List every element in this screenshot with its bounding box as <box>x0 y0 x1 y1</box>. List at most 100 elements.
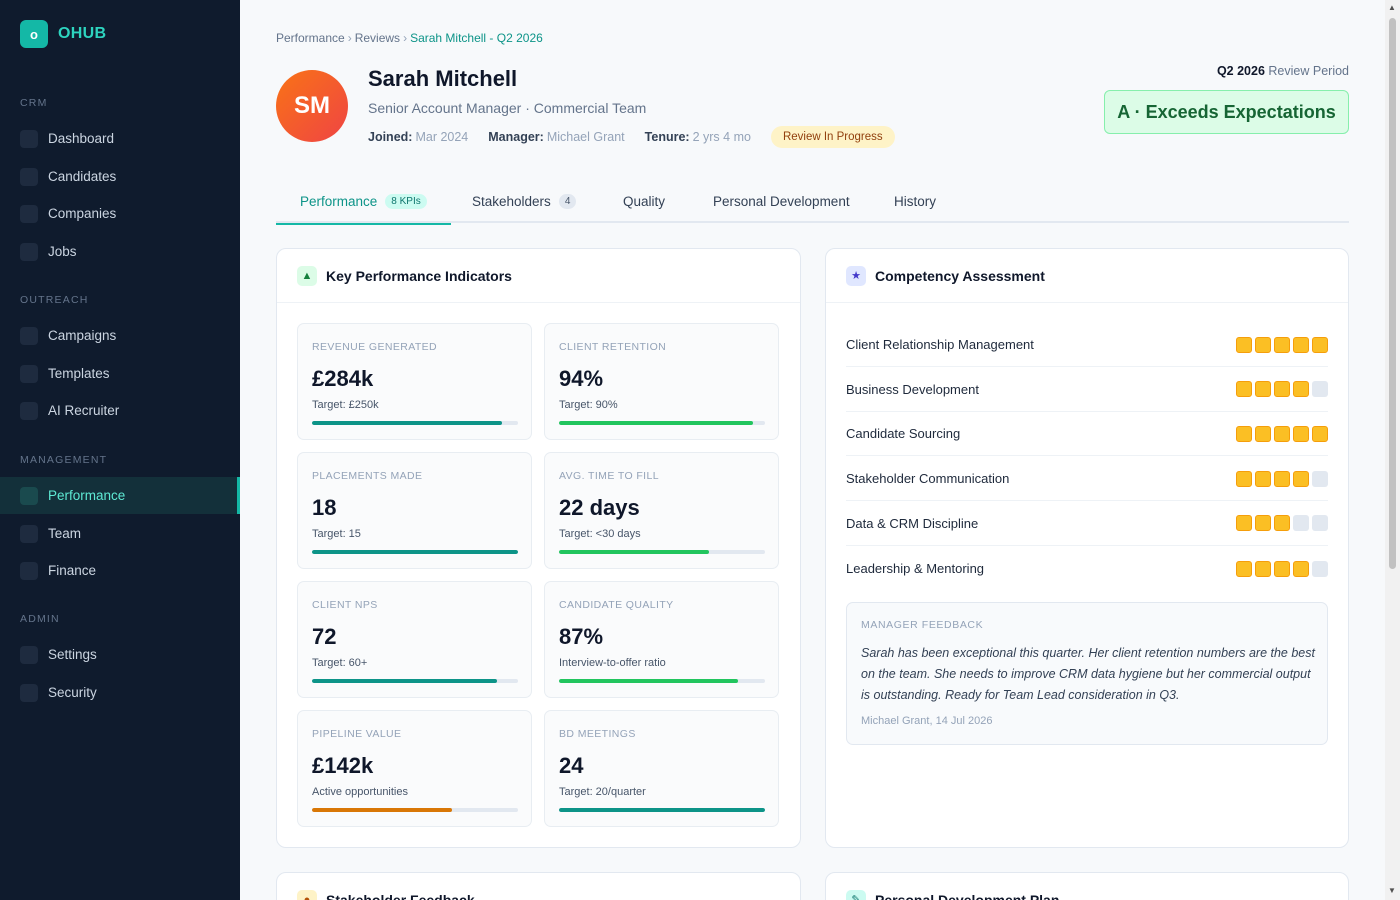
sidebar: o OHUB CRM Dashboard Candidates Companies Jo… <box>0 0 240 900</box>
competency-score <box>1233 515 1328 532</box>
brand-name: OHUB <box>58 25 107 42</box>
brand-logo-icon: o <box>20 20 48 48</box>
tab-label: History <box>894 194 937 209</box>
breadcrumb-item-performance[interactable]: Performance <box>276 31 345 45</box>
score-filled-icon <box>1293 470 1309 487</box>
kpi-value: 72 <box>312 624 337 649</box>
campaigns-icon <box>20 326 38 345</box>
kpi-progress-fill <box>312 421 502 425</box>
competency-score <box>1233 336 1328 353</box>
kpi-progress-bar <box>559 679 765 683</box>
kpi-progress-fill <box>312 679 498 683</box>
kpi-target: Target: 90% <box>559 399 618 411</box>
sidebar-item-label: Candidates <box>48 169 117 184</box>
score-filled-icon <box>1255 560 1271 577</box>
dashboard-icon <box>20 129 38 148</box>
page-title: Sarah Mitchell <box>368 66 518 91</box>
sidebar-item-label: Dashboard <box>48 131 115 146</box>
stakeholder-feedback-title: Stakeholder Feedback <box>326 891 475 900</box>
tab-label: Personal Development <box>713 194 850 209</box>
meta-tenure-value: 2 yrs 4 mo <box>692 130 751 144</box>
manager-feedback: MANAGER FEEDBACK Sarah has been exceptio… <box>846 602 1328 745</box>
kpi-tile: PLACEMENTS MADE 18 Target: 15 <box>297 452 532 569</box>
nav-section-title: MANAGEMENT <box>20 454 108 466</box>
kpi-card-title: Key Performance Indicators <box>326 267 512 284</box>
sidebar-item-ai-recruiter[interactable]: AI Recruiter <box>0 392 240 429</box>
competency-card: ★ Competency Assessment Client Relations… <box>825 248 1349 848</box>
sidebar-item-label: Campaigns <box>48 328 117 343</box>
tab-label: Stakeholders <box>472 194 551 209</box>
score-filled-icon <box>1255 425 1271 442</box>
performance-icon <box>20 486 38 505</box>
stakeholder-feedback-card: ● Stakeholder Feedback <box>276 872 801 900</box>
brand[interactable]: o OHUB <box>20 20 106 48</box>
breadcrumb: Performance › Reviews › Sarah Mitchell - Q2 … <box>276 31 543 45</box>
score-filled-icon <box>1293 560 1309 577</box>
scroll-up-icon[interactable]: ▲ <box>1388 3 1396 12</box>
kpi-progress-fill <box>559 679 739 683</box>
review-period: Q2 2026 Review Period <box>1217 64 1349 78</box>
nav-section-title: OUTREACH <box>20 294 89 306</box>
kpi-progress-fill <box>312 808 453 812</box>
breadcrumb-item-reviews[interactable]: Reviews <box>355 31 400 45</box>
kpi-label: BD MEETINGS <box>559 728 636 740</box>
star-icon: ★ <box>846 265 866 286</box>
person-role: Senior Account Manager · Commercial Team <box>368 100 647 116</box>
kpi-tile: AVG. TIME TO FILL 22 days Target: <30 days <box>544 452 779 569</box>
competency-card-title: Competency Assessment <box>875 267 1045 284</box>
sidebar-item-finance[interactable]: Finance <box>0 552 240 589</box>
score-filled-icon <box>1255 470 1271 487</box>
competency-name: Client Relationship Management <box>846 337 1034 352</box>
sidebar-item-team[interactable]: Team <box>0 515 240 552</box>
tab-performance[interactable]: Performance 8 KPIs <box>276 180 451 225</box>
page-scrollbar[interactable]: ▲ ▼ <box>1385 0 1400 900</box>
score-empty-icon <box>1312 381 1328 398</box>
sidebar-item-security[interactable]: Security <box>0 674 240 711</box>
sidebar-item-label: Finance <box>48 563 97 578</box>
sidebar-item-candidates[interactable]: Candidates <box>0 158 240 195</box>
sidebar-item-templates[interactable]: Templates <box>0 355 240 392</box>
competency-score <box>1233 470 1328 487</box>
kpi-tile: REVENUE GENERATED £284k Target: £250k <box>297 323 532 440</box>
sidebar-item-settings[interactable]: Settings <box>0 636 240 673</box>
tab-stakeholders[interactable]: Stakeholders 4 <box>448 180 600 223</box>
profile-meta: Joined: Mar 2024 Manager: Michael Grant Te… <box>368 126 895 148</box>
kpi-progress-bar <box>559 421 765 425</box>
feedback-title: MANAGER FEEDBACK <box>861 619 984 631</box>
kpi-label: REVENUE GENERATED <box>312 341 438 353</box>
sidebar-item-label: Templates <box>48 366 110 381</box>
feedback-text: Sarah has been exceptional this quarter.… <box>861 646 1315 702</box>
kpi-progress-bar <box>312 421 518 425</box>
kpi-progress-bar <box>312 550 518 554</box>
sidebar-item-companies[interactable]: Companies <box>0 195 240 232</box>
sidebar-item-dashboard[interactable]: Dashboard <box>0 120 240 157</box>
sidebar-item-label: Settings <box>48 647 97 662</box>
kpi-tile: BD MEETINGS 24 Target: 20/quarter <box>544 710 779 827</box>
kpi-value: 22 days <box>559 495 640 520</box>
tab-personal-development[interactable]: Personal Development <box>689 180 874 223</box>
kpi-value: 18 <box>312 495 337 520</box>
sidebar-item-performance[interactable]: Performance <box>0 477 240 514</box>
competency-name: Stakeholder Communication <box>846 471 1010 487</box>
kpi-progress-bar <box>312 808 518 812</box>
scroll-down-icon[interactable]: ▼ <box>1388 886 1396 895</box>
tab-history[interactable]: History <box>870 180 960 223</box>
score-filled-icon <box>1274 515 1290 532</box>
person-icon: ● <box>297 889 317 900</box>
kpi-value: £284k <box>312 366 374 391</box>
sidebar-item-campaigns[interactable]: Campaigns <box>0 317 240 354</box>
kpi-target: Target: 60+ <box>312 657 368 669</box>
review-period-label: Review Period <box>1268 64 1349 78</box>
score-filled-icon <box>1274 560 1290 577</box>
tab-quality[interactable]: Quality <box>599 180 689 223</box>
scroll-thumb[interactable] <box>1389 18 1396 569</box>
competency-score <box>1233 425 1328 442</box>
score-filled-icon <box>1312 336 1328 353</box>
sidebar-item-jobs[interactable]: Jobs <box>0 233 240 270</box>
score-filled-icon <box>1236 515 1252 532</box>
score-filled-icon <box>1274 381 1290 398</box>
score-empty-icon <box>1312 560 1328 577</box>
score-filled-icon <box>1293 336 1309 353</box>
kpi-label: CLIENT NPS <box>312 599 378 611</box>
competency-row: Leadership & Mentoring <box>846 547 1328 591</box>
